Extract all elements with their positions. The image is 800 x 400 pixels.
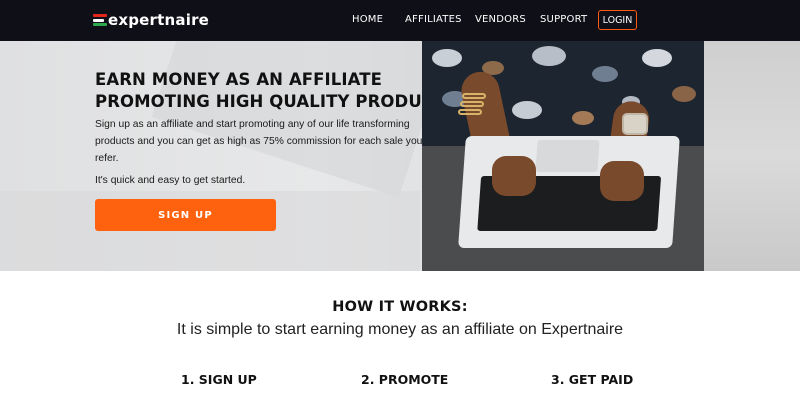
- laptop-trackpad: [535, 140, 600, 172]
- nav-link-vendors[interactable]: VENDORS: [475, 14, 526, 25]
- bracelet-icon: [458, 109, 482, 115]
- top-navbar: expertnaire HOME AFFILIATES VENDORS SUPP…: [0, 0, 800, 41]
- nav-link-home[interactable]: HOME: [352, 14, 383, 25]
- how-it-works-subtitle: It is simple to start earning money as a…: [176, 321, 624, 338]
- hero-title-line: PROMOTING HIGH QUALITY PRODUCTS: [95, 92, 458, 111]
- step-get-paid: 3. GET PAID: [551, 372, 634, 387]
- hero-description-line: refer.: [95, 153, 119, 164]
- hero-quick-text: It's quick and easy to get started.: [95, 175, 246, 186]
- how-it-works-title: HOW IT WORKS:: [332, 299, 468, 315]
- bracelet-icon: [460, 101, 484, 107]
- hero-background-right: [704, 41, 800, 271]
- login-button[interactable]: LOGIN: [598, 10, 637, 30]
- logo-stripes-icon: [93, 14, 107, 26]
- hero-section: EARN MONEY AS AN AFFILIATE PROMOTING HIG…: [0, 41, 800, 271]
- hero-description-line: Sign up as an affiliate and start promot…: [95, 119, 410, 130]
- hero-title: EARN MONEY AS AN AFFILIATE PROMOTING HIG…: [95, 69, 458, 113]
- signup-button[interactable]: SIGN UP: [95, 199, 276, 231]
- left-hand: [492, 156, 536, 196]
- hero-description-line: products and you can get as high as 75% …: [95, 136, 423, 147]
- person-typing-on-laptop-photo: [422, 41, 704, 271]
- step-promote: 2. PROMOTE: [361, 372, 449, 387]
- right-hand: [600, 161, 644, 201]
- smartwatch-icon: [622, 113, 648, 135]
- nav-link-support[interactable]: SUPPORT: [540, 14, 587, 25]
- bracelet-icon: [462, 93, 486, 99]
- logo-text: expertnaire: [108, 11, 210, 29]
- step-sign-up: 1. SIGN UP: [181, 372, 257, 387]
- hero-title-line: EARN MONEY AS AN AFFILIATE: [95, 70, 382, 89]
- nav-link-affiliates[interactable]: AFFILIATES: [405, 14, 462, 25]
- laptop: [458, 136, 680, 248]
- expertnaire-logo[interactable]: expertnaire: [93, 9, 209, 31]
- hero-description: Sign up as an affiliate and start promot…: [95, 116, 423, 167]
